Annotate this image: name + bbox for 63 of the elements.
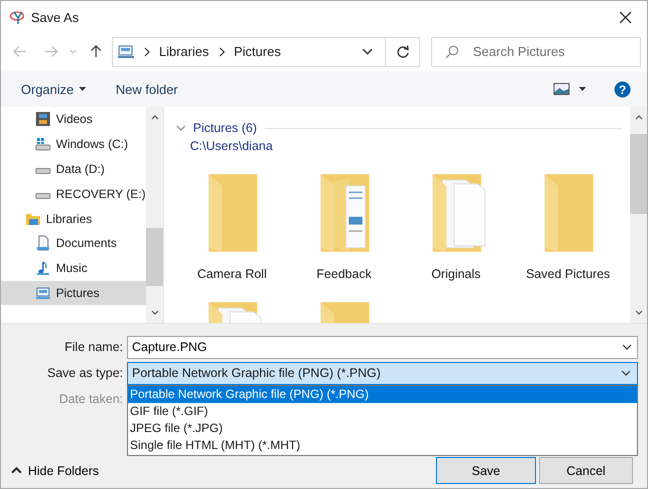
drive-icon: [35, 192, 51, 199]
nav-pane-item[interactable]: Libraries: [1, 206, 146, 231]
dropdown-option[interactable]: Portable Network Graphic file (PNG) (*.PNG): [128, 386, 637, 403]
caret-icon: [78, 87, 86, 91]
window-title: Save As: [31, 10, 79, 24]
folder-item[interactable]: Originals: [400, 169, 512, 281]
scroll-up-icon[interactable]: [634, 115, 642, 120]
dropdown-caret-icon: [621, 370, 631, 376]
field-label: Date taken:: [58, 392, 124, 406]
nav-pane-item[interactable]: Documents: [1, 230, 146, 256]
folder-item[interactable]: Camera Roll: [176, 169, 288, 281]
nav-pane-item[interactable]: Windows (C:): [1, 132, 146, 157]
up-arrow-icon[interactable]: [89, 45, 103, 58]
dropdown-option[interactable]: JPEG file (*.JPG): [128, 420, 637, 438]
organize-menu-button[interactable]: Organize: [13, 78, 94, 100]
refresh-icon: [396, 44, 410, 58]
app-icon: [9, 9, 27, 25]
address-bar[interactable]: Libraries Pictures: [112, 36, 420, 66]
cancel-button[interactable]: Cancel: [539, 457, 633, 484]
film-icon: [35, 111, 51, 128]
drive-icon: [35, 168, 51, 174]
dropdown-option[interactable]: Single file HTML (MHT) (*.MHT): [128, 437, 637, 455]
dropdown-caret-icon[interactable]: [622, 344, 632, 350]
search-icon: [445, 44, 459, 58]
scrollbar[interactable]: [630, 107, 647, 323]
file-type-dropdown[interactable]: Portable Network Graphic file (PNG) (*.PNG): [127, 362, 638, 384]
help-icon[interactable]: ?: [614, 80, 631, 98]
caret-icon: [579, 87, 586, 91]
nav-pane-item[interactable]: Pictures: [1, 280, 146, 306]
field-label: Save as type:: [46, 366, 124, 380]
search-field[interactable]: Search Pictures: [431, 36, 641, 66]
folder-path: C:\Users\diana: [189, 139, 274, 153]
nav-pane-item[interactable]: Data (D:): [1, 156, 146, 182]
document-icon: [35, 235, 51, 252]
scroll-up-icon[interactable]: [150, 115, 158, 120]
file-name-field[interactable]: Capture.PNG: [127, 336, 638, 358]
pictures-library-icon: [118, 44, 134, 58]
caret-up-icon: [11, 467, 22, 474]
chevron-icon: [144, 46, 150, 56]
collapse-chevron-icon[interactable]: [176, 125, 186, 131]
dropdown-option[interactable]: GIF file (*.GIF): [128, 402, 637, 420]
new-folder-button[interactable]: New folder: [108, 78, 186, 100]
breadcrumb[interactable]: Pictures: [234, 44, 281, 59]
dropdown-caret-icon[interactable]: [362, 48, 373, 55]
scroll-down-icon[interactable]: [634, 310, 642, 315]
landscape-image-icon: [553, 83, 570, 95]
folder-item[interactable]: Feedback: [288, 169, 400, 281]
nav-pane-item[interactable]: Videos: [1, 107, 146, 132]
nav-pane-item[interactable]: Music: [1, 256, 146, 281]
scrollbar[interactable]: [146, 107, 163, 323]
breadcrumb[interactable]: Libraries: [159, 44, 209, 59]
field-label: File name:: [64, 340, 124, 354]
nav-pane-item[interactable]: RECOVERY (E:): [1, 181, 146, 206]
scroll-down-icon[interactable]: [150, 310, 158, 315]
hide-folders-button[interactable]: Hide Folders: [11, 464, 99, 478]
pictures-icon: [35, 284, 51, 301]
system-drive-icon: [35, 136, 51, 152]
folder-item[interactable]: Saved Pictures: [512, 169, 624, 281]
close-icon: [618, 10, 632, 24]
group-header[interactable]: Pictures (6): [193, 121, 257, 135]
save-button[interactable]: Save: [436, 457, 536, 484]
music-note-icon: [35, 260, 51, 276]
chevron-icon: [218, 46, 225, 56]
